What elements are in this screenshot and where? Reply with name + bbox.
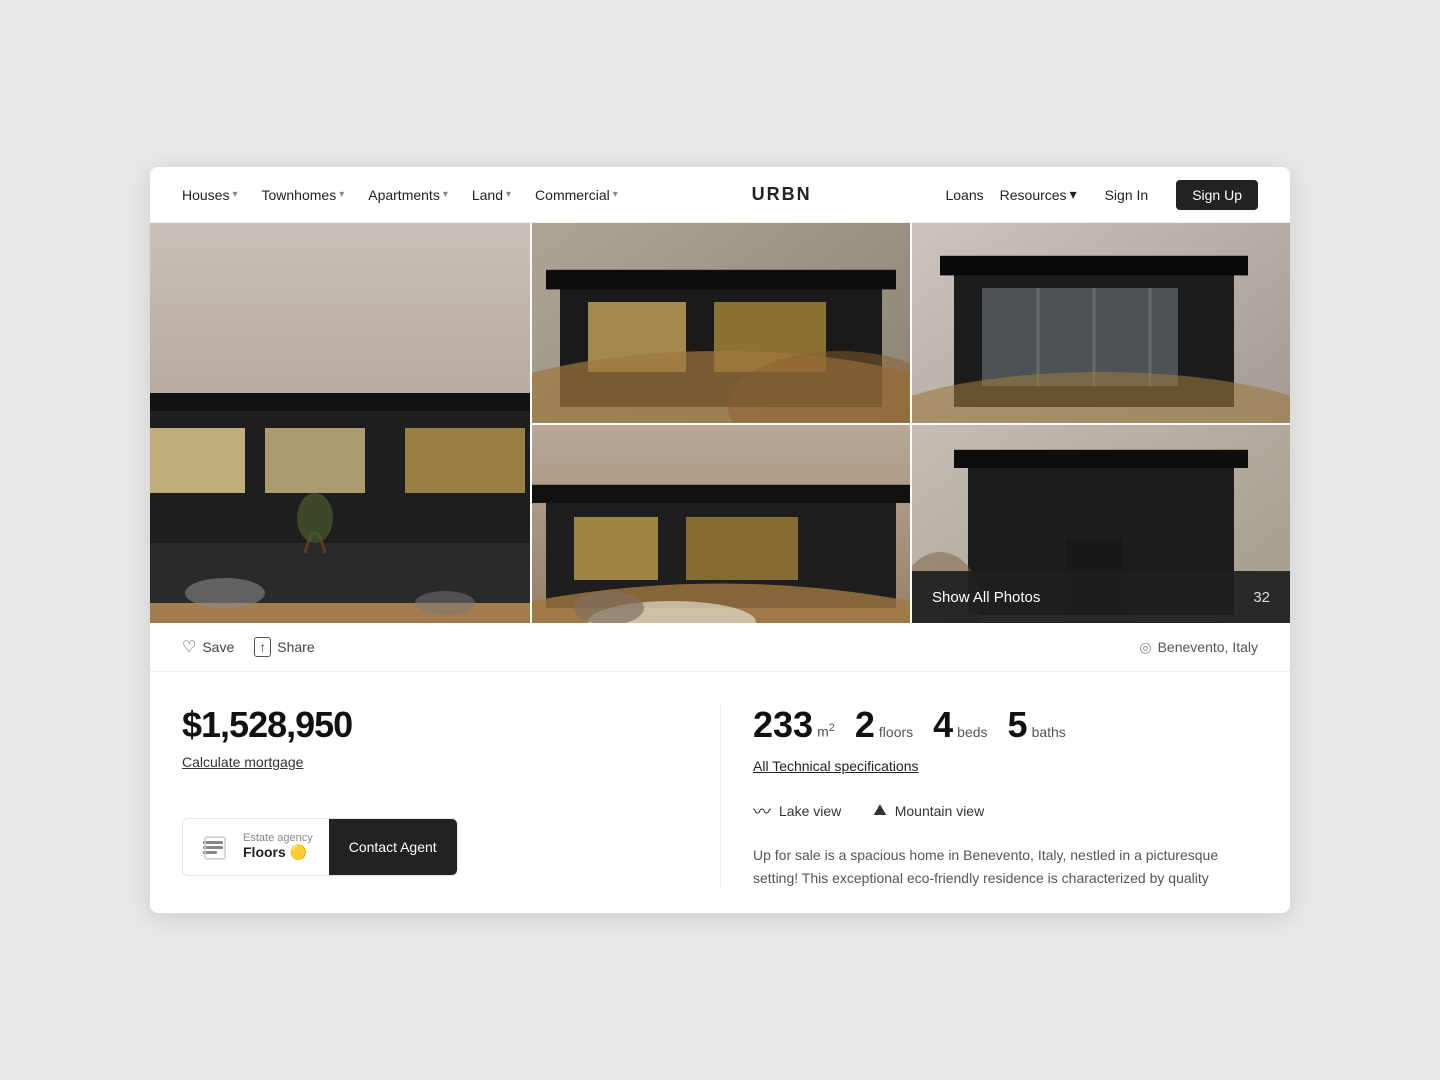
nav-loans[interactable]: Loans <box>945 187 983 203</box>
location-pin-icon: ◎ <box>1139 639 1151 656</box>
navigation: Houses ▾ Townhomes ▾ Apartments ▾ Land ▾… <box>150 167 1290 223</box>
chevron-down-icon: ▾ <box>613 189 618 200</box>
agency-icon <box>199 831 231 863</box>
price: $1,528,950 <box>182 704 688 746</box>
nav-commercial[interactable]: Commercial ▾ <box>535 187 618 203</box>
nav-left: Houses ▾ Townhomes ▾ Apartments ▾ Land ▾… <box>182 187 618 203</box>
chevron-down-icon: ▾ <box>1070 186 1077 203</box>
photo-top-right[interactable] <box>910 223 1290 423</box>
agency-name: Floors 🟡 <box>243 844 307 860</box>
nav-resources[interactable]: Resources ▾ <box>1000 186 1077 203</box>
action-bar: ♡ Save ↑ Share ◎ Benevento, Italy <box>150 623 1290 672</box>
photo-bottom-right[interactable]: Show All Photos 32 <box>910 423 1290 623</box>
nav-apartments[interactable]: Apartments ▾ <box>368 187 448 203</box>
share-icon: ↑ <box>254 637 271 657</box>
chevron-down-icon: ▾ <box>339 189 344 200</box>
lake-view-icon: 〰 <box>753 798 771 824</box>
area-stat: 233 m2 <box>753 704 835 746</box>
nav-townhomes[interactable]: Townhomes ▾ <box>262 187 345 203</box>
chevron-down-icon: ▾ <box>506 189 511 200</box>
location-info: ◎ Benevento, Italy <box>1139 639 1258 656</box>
nav-right: Loans Resources ▾ Sign In Sign Up <box>945 180 1258 210</box>
photo-bottom-mid[interactable] <box>530 423 910 623</box>
signup-button[interactable]: Sign Up <box>1176 180 1258 210</box>
show-all-photos-button[interactable]: Show All Photos 32 <box>912 571 1290 623</box>
agency-text: Estate agency Floors 🟡 <box>243 832 313 862</box>
floors-stat: 2 floors <box>855 704 913 746</box>
left-panel: $1,528,950 Calculate mortgage <box>182 704 720 889</box>
main-window: Houses ▾ Townhomes ▾ Apartments ▾ Land ▾… <box>150 167 1290 913</box>
feature-lake-view: 〰 Lake view <box>753 798 841 824</box>
logo[interactable]: URBN <box>752 184 812 205</box>
features-row: 〰 Lake view ⛰ Mountain view <box>753 798 1258 824</box>
beds-stat: 4 beds <box>933 704 987 746</box>
right-panel: 233 m2 2 floors 4 beds 5 baths All Techn… <box>720 704 1258 889</box>
action-left: ♡ Save ↑ Share <box>182 637 315 657</box>
mountain-view-icon: ⛰ <box>873 802 886 820</box>
main-content: $1,528,950 Calculate mortgage <box>150 672 1290 913</box>
description: Up for sale is a spacious home in Beneve… <box>753 844 1258 889</box>
nav-houses[interactable]: Houses ▾ <box>182 187 238 203</box>
feature-mountain-view: ⛰ Mountain view <box>873 802 984 820</box>
contact-agent-button[interactable]: Contact Agent <box>329 819 457 875</box>
chevron-down-icon: ▾ <box>443 189 448 200</box>
calculate-mortgage-link[interactable]: Calculate mortgage <box>182 754 303 770</box>
save-button[interactable]: ♡ Save <box>182 637 234 657</box>
agency-info: Estate agency Floors 🟡 <box>183 821 329 873</box>
heart-icon: ♡ <box>182 637 196 657</box>
agency-card: Estate agency Floors 🟡 Contact Agent <box>182 818 458 876</box>
photo-top-mid[interactable] <box>530 223 910 423</box>
tech-specs-link[interactable]: All Technical specifications <box>753 758 919 774</box>
share-button[interactable]: ↑ Share <box>254 637 314 657</box>
stats-row: 233 m2 2 floors 4 beds 5 baths <box>753 704 1258 746</box>
baths-stat: 5 baths <box>1008 704 1066 746</box>
chevron-down-icon: ▾ <box>232 189 237 200</box>
nav-land[interactable]: Land ▾ <box>472 187 511 203</box>
signin-button[interactable]: Sign In <box>1093 181 1161 209</box>
photo-grid: Show All Photos 32 <box>150 223 1290 623</box>
photo-main[interactable] <box>150 223 530 623</box>
